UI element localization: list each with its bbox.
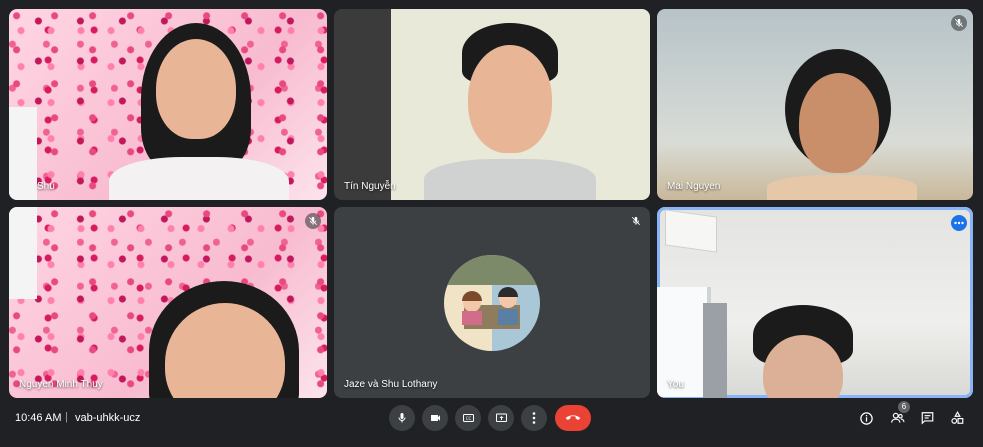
participant-video-face [799,73,879,173]
chat-button[interactable] [916,407,938,429]
meeting-code[interactable]: vab-uhkk-ucz [75,412,140,424]
participant-name: Mai Nguyen [667,181,721,192]
footer-separator: | [65,411,68,423]
end-call-icon [565,415,581,420]
mic-button[interactable] [389,405,415,431]
people-button[interactable]: 6 [886,401,910,429]
participant-tile-shu[interactable]: Shu [9,9,327,200]
participant-tile-jaze[interactable]: Jaze và Shu Lothany [334,207,650,398]
captions-icon: CC [462,414,474,422]
people-count-badge: 6 [898,401,910,413]
participant-name: Tín Nguyễn [344,181,396,192]
camera-icon [430,415,440,421]
more-options-button[interactable] [521,405,547,431]
mic-icon [398,413,406,423]
participant-video-shirt [767,175,917,200]
chat-icon [921,412,933,425]
end-call-button[interactable] [555,405,591,431]
participant-tile-thuy[interactable]: Nguyen Minh Thuy [9,207,327,398]
info-icon [859,411,873,425]
participant-tile-you[interactable]: You [657,207,973,398]
participant-video-shirt [109,157,289,200]
meeting-controls-bar: 10:46 AM | vab-uhkk-ucz CC 6 [0,395,983,447]
meeting-time: 10:46 AM [15,412,62,424]
pillar [703,303,727,398]
camera-button[interactable] [422,405,448,431]
air-conditioner [665,209,717,253]
present-button[interactable] [488,405,514,431]
side-panel-overlay [9,207,37,299]
people-icon [890,412,904,423]
participant-name: Nguyen Minh Thuy [19,379,103,390]
avatar [444,255,540,351]
more-options-icon[interactable] [951,215,967,231]
participant-video-shirt [424,159,596,200]
participant-video-face [468,45,552,153]
participant-name: You [667,379,684,390]
activities-button[interactable] [946,407,968,429]
captions-button[interactable]: CC [455,405,481,431]
activities-icon [950,411,963,424]
side-panel-overlay [9,107,37,200]
participant-video-face [156,39,236,139]
svg-text:CC: CC [465,416,471,421]
present-icon [495,413,507,422]
participant-name: Jaze và Shu Lothany [344,379,438,390]
participant-name: Shu [37,181,55,192]
meeting-info-button[interactable] [855,407,877,429]
participant-tile-mai[interactable]: Mai Nguyen [657,9,973,200]
more-options-icon [532,412,536,424]
mic-off-icon [628,213,644,229]
mic-off-icon [951,15,967,31]
participant-tile-tin[interactable]: Tín Nguyễn [334,9,650,200]
mic-off-icon [305,213,321,229]
